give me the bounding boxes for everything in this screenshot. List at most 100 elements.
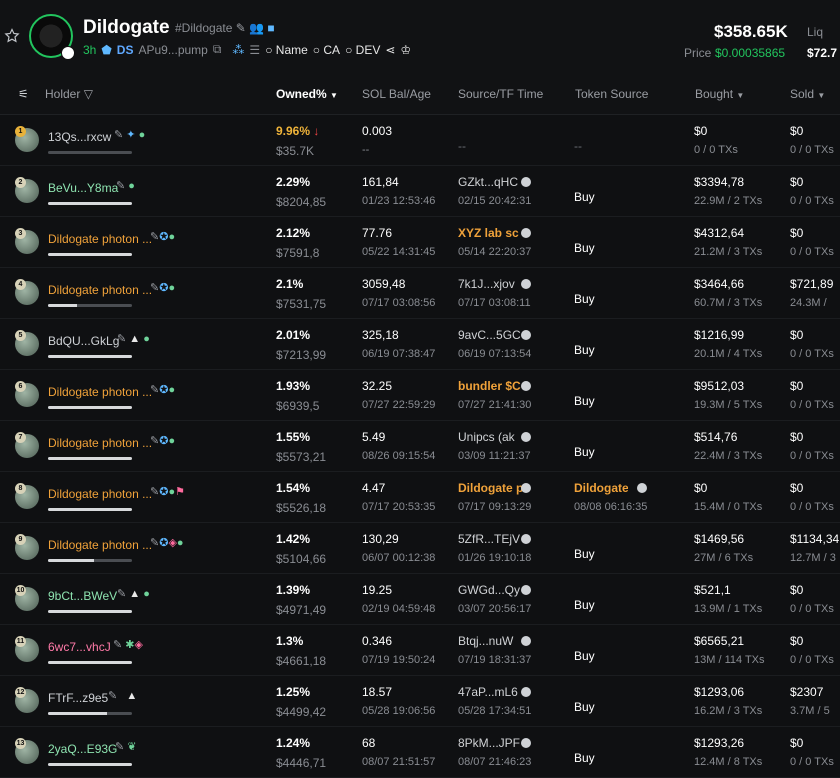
column-owned[interactable]: Owned% ▼	[276, 87, 338, 101]
source-address[interactable]: 47aP...mL6	[458, 685, 528, 699]
column-source-tf-time[interactable]: Source/TF Time	[458, 87, 543, 101]
source-address[interactable]: GZkt...qHC	[458, 175, 528, 189]
bought-txs: 0 / 0 TXs	[694, 144, 738, 156]
filter-sliders-icon[interactable]: ⚟	[18, 87, 29, 101]
sold-value: $0	[790, 430, 804, 444]
table-row[interactable]: 12 FTrF...z9e5 ✎ ▲ 1.25% $4499,42 18.57 …	[0, 676, 840, 727]
edit-icon[interactable]: ✎	[117, 333, 126, 345]
table-row[interactable]: 8 Dildogate photon ... ✎✪●⚑ 1.54% $5526,…	[0, 472, 840, 523]
column-sold[interactable]: Sold ▼	[790, 87, 825, 101]
table-row[interactable]: 10 9bCt...BWeV ✎ ▲ ● 1.39% $4971,49 19.2…	[0, 574, 840, 625]
table-row[interactable]: 11 6wc7...vhcJ ✎ ✱◈ 1.3% $4661,18 0.346 …	[0, 625, 840, 676]
share-icon[interactable]: ⋖	[385, 43, 395, 57]
rank-badge: 2	[15, 177, 26, 188]
edit-icon[interactable]: ✎	[113, 639, 122, 651]
table-row[interactable]: 3 Dildogate photon ... ✎✪● 2.12% $7591,8…	[0, 217, 840, 268]
sort-desc-icon: ▼	[330, 91, 338, 100]
sol-age: 07/19 19:50:24	[362, 654, 436, 666]
sol-balance: 18.57	[362, 685, 393, 699]
search-dev-button[interactable]: ○ DEV	[345, 43, 380, 57]
sold-value: $0	[790, 328, 804, 342]
source-address[interactable]: 5ZfR...TEjV	[458, 532, 528, 546]
edit-icon[interactable]: ✎	[150, 435, 159, 447]
holder-name[interactable]: 13Qs...rxcw	[48, 130, 111, 144]
edit-icon[interactable]: ✎	[115, 741, 124, 753]
holder-tags: ✎ ▲ ●	[117, 332, 150, 345]
holder-name[interactable]: Dildogate photon ...	[48, 487, 152, 501]
sold-value: $0	[790, 379, 804, 393]
table-row[interactable]: 9 Dildogate photon ... ✎✪◈● 1.42% $5104,…	[0, 523, 840, 574]
copy-icon[interactable]: ⧉	[213, 42, 222, 57]
holder-name[interactable]: 6wc7...vhcJ	[48, 640, 111, 654]
table-row[interactable]: 6 Dildogate photon ... ✎✪● 1.93% $6939,5…	[0, 370, 840, 421]
twitter-icon[interactable]: ■	[267, 21, 274, 35]
filter-icon[interactable]: ▽	[84, 87, 93, 101]
table-row[interactable]: 7 Dildogate photon ... ✎✪● 1.55% $5573,2…	[0, 421, 840, 472]
table-row[interactable]: 2 BeVu...Y8ma ✎ ● 2.29% $8204,85 161,84 …	[0, 166, 840, 217]
source-address[interactable]: bundler $C	[458, 379, 528, 393]
user-icon: ●	[168, 282, 176, 294]
source-address[interactable]: Btqj...nuW	[458, 634, 528, 648]
holder-name[interactable]: BdQU...GkLg	[48, 334, 119, 348]
star-icon[interactable]	[4, 28, 20, 44]
edit-icon[interactable]: ✎	[108, 690, 117, 702]
table-row[interactable]: 4 Dildogate photon ... ✎✪● 2.1% $7531,75…	[0, 268, 840, 319]
user-icon: ●	[128, 180, 135, 192]
sol-age: --	[362, 144, 370, 156]
holder-name[interactable]: 9bCt...BWeV	[48, 589, 117, 603]
owned-percent: 2.01%	[276, 328, 310, 342]
source-address[interactable]: 8PkM...JPF	[458, 736, 528, 750]
crown-icon[interactable]: ♔	[400, 43, 411, 57]
source-address[interactable]: GWGd...Qy	[458, 583, 528, 597]
holder-name[interactable]: Dildogate photon ...	[48, 385, 152, 399]
token-source-time: 08/08 06:16:35	[574, 501, 648, 513]
source-address[interactable]: Dildogate p	[458, 481, 528, 495]
edit-icon[interactable]: ✎	[150, 282, 159, 294]
source-address[interactable]: 9avC...5GC	[458, 328, 528, 342]
holder-name[interactable]: Dildogate photon ...	[48, 232, 152, 246]
column-token-source[interactable]: Token Source	[575, 87, 648, 101]
table-row[interactable]: 1 13Qs...rxcw ✎ ✦ ● 9.96% ↓ $35.7K 0.003…	[0, 115, 840, 166]
search-ca-button[interactable]: ○ CA	[313, 43, 340, 57]
token-source-name[interactable]: Dildogate p	[574, 481, 628, 495]
holder-name[interactable]: 2yaQ...E93G	[48, 742, 117, 756]
sold-value: $721,89	[790, 277, 834, 291]
list-icon[interactable]: ☰	[249, 43, 260, 57]
edit-icon[interactable]: ✎	[114, 129, 123, 141]
rank-badge: 11	[15, 636, 26, 647]
owned-percent: 2.12%	[276, 226, 310, 240]
holder-name[interactable]: FTrF...z9e5	[48, 691, 108, 705]
holders-table-header: ⚟ Holder ▽ Owned% ▼ SOL Bal/Age Source/T…	[0, 72, 840, 115]
holder-name[interactable]: Dildogate photon ...	[48, 283, 152, 297]
sold-txs: 0 / 0 TXs	[790, 348, 834, 360]
column-sol-bal-age[interactable]: SOL Bal/Age	[362, 87, 431, 101]
edit-icon[interactable]: ✎	[150, 231, 159, 243]
holder-name[interactable]: BeVu...Y8ma	[48, 181, 118, 195]
table-row[interactable]: 5 BdQU...GkLg ✎ ▲ ● 2.01% $7213,99 325,1…	[0, 319, 840, 370]
table-row[interactable]: 13 2yaQ...E93G ✎ ❦ 1.24% $4446,71 68 08/…	[0, 727, 840, 778]
edit-icon[interactable]: ✎	[150, 486, 159, 498]
column-owned-label: Owned%	[276, 87, 327, 101]
holder-name[interactable]: Dildogate photon ...	[48, 538, 152, 552]
source-address[interactable]: --	[458, 139, 528, 153]
edit-icon[interactable]: ✎	[116, 180, 125, 192]
bought-value: $1216,99	[694, 328, 745, 342]
edit-icon[interactable]: ✎	[236, 21, 246, 35]
edit-icon[interactable]: ✎	[150, 384, 159, 396]
search-name-button[interactable]: ○ Name	[265, 43, 308, 57]
column-holder[interactable]: Holder ▽	[45, 87, 93, 101]
bought-value: $521,1	[694, 583, 731, 597]
bundle-icon[interactable]: ⁂	[232, 43, 244, 57]
source-address[interactable]: 7k1J...xjov	[458, 277, 528, 291]
column-bought[interactable]: Bought ▼	[695, 87, 744, 101]
holder-name[interactable]: Dildogate photon ...	[48, 436, 152, 450]
source-address[interactable]: XYZ lab sc	[458, 226, 528, 240]
owned-percent: 1.25%	[276, 685, 310, 699]
edit-icon[interactable]: ✎	[150, 537, 159, 549]
source-address[interactable]: Unipcs (ak	[458, 430, 528, 444]
edit-icon[interactable]: ✎	[117, 588, 126, 600]
owned-percent-value: 2.12%	[276, 226, 311, 240]
source-time: 08/07 21:46:23	[458, 756, 532, 768]
dexscreener-link[interactable]: DS	[117, 43, 134, 57]
rank-badge: 9	[15, 534, 26, 545]
